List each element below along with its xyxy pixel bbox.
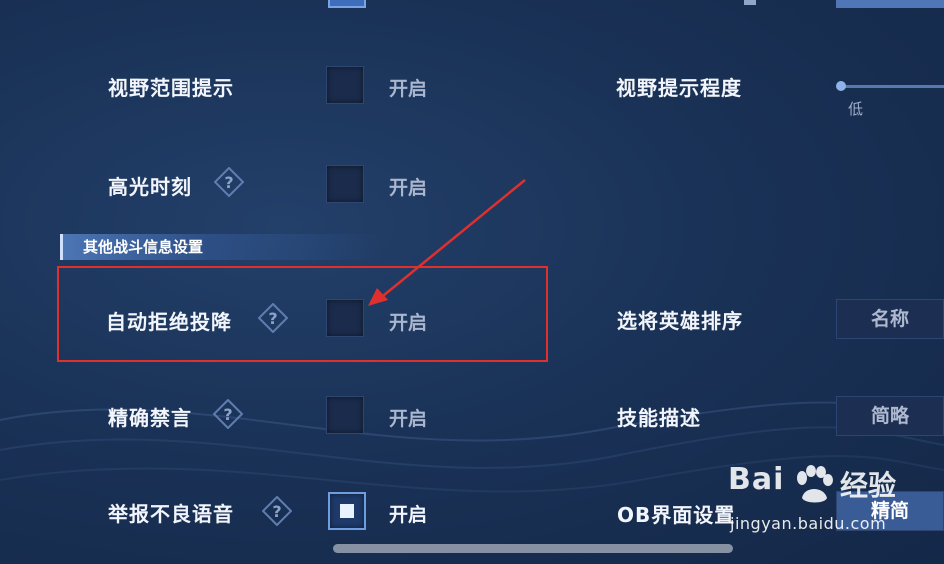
label-ob-interface: OB界面设置 xyxy=(617,503,736,527)
horizontal-scrollbar[interactable] xyxy=(333,544,733,553)
option-vision-range-hint[interactable]: 开启 xyxy=(389,74,427,101)
label-vision-range-hint: 视野范围提示 xyxy=(108,76,234,100)
help-diamond-icon[interactable]: ? xyxy=(262,496,292,526)
svg-text:?: ? xyxy=(224,173,233,192)
section-header: 其他战斗信息设置 xyxy=(60,234,383,260)
checkbox-report-voice[interactable] xyxy=(328,492,366,530)
vision-level-slider-knob[interactable] xyxy=(836,81,846,91)
watermark-brand-right: 经验 xyxy=(840,469,897,502)
checkbox-precise-mute[interactable] xyxy=(326,396,364,434)
checkbox-highlight-moment[interactable] xyxy=(326,165,364,203)
watermark-url: jingyan.baidu.com xyxy=(730,514,887,533)
label-skill-description: 技能描述 xyxy=(617,406,701,430)
baidu-paw-icon xyxy=(797,465,833,503)
svg-text:?: ? xyxy=(272,502,281,521)
top-select-partial[interactable] xyxy=(836,0,944,8)
select-hero-sort[interactable]: 名称 xyxy=(836,299,944,339)
label-report-voice: 举报不良语音 xyxy=(108,502,234,526)
top-diamond-partial-icon xyxy=(744,0,756,5)
help-diamond-icon[interactable]: ? xyxy=(214,167,244,197)
vision-level-low-label: 低 xyxy=(848,100,864,118)
annotation-highlight-box xyxy=(57,266,548,362)
help-diamond-icon[interactable]: ? xyxy=(213,399,243,429)
label-vision-hint-level: 视野提示程度 xyxy=(616,76,742,100)
svg-text:?: ? xyxy=(223,405,232,424)
checkbox-vision-range-hint[interactable] xyxy=(326,66,364,104)
label-hero-sort: 选将英雄排序 xyxy=(617,309,743,333)
select-skill-description[interactable]: 简略 xyxy=(836,396,944,436)
top-checkbox-partial[interactable] xyxy=(328,0,366,8)
option-highlight-moment[interactable]: 开启 xyxy=(389,173,427,200)
label-precise-mute: 精确禁言 xyxy=(108,406,192,430)
watermark: Bai 经验 jingyan.baidu.com xyxy=(728,462,944,542)
vision-level-slider-track[interactable] xyxy=(838,85,944,88)
option-report-voice[interactable]: 开启 xyxy=(389,500,427,527)
label-highlight-moment: 高光时刻 xyxy=(108,175,192,199)
option-precise-mute[interactable]: 开启 xyxy=(389,404,427,431)
section-title: 其他战斗信息设置 xyxy=(83,238,204,256)
watermark-brand-left: Bai xyxy=(728,462,785,497)
